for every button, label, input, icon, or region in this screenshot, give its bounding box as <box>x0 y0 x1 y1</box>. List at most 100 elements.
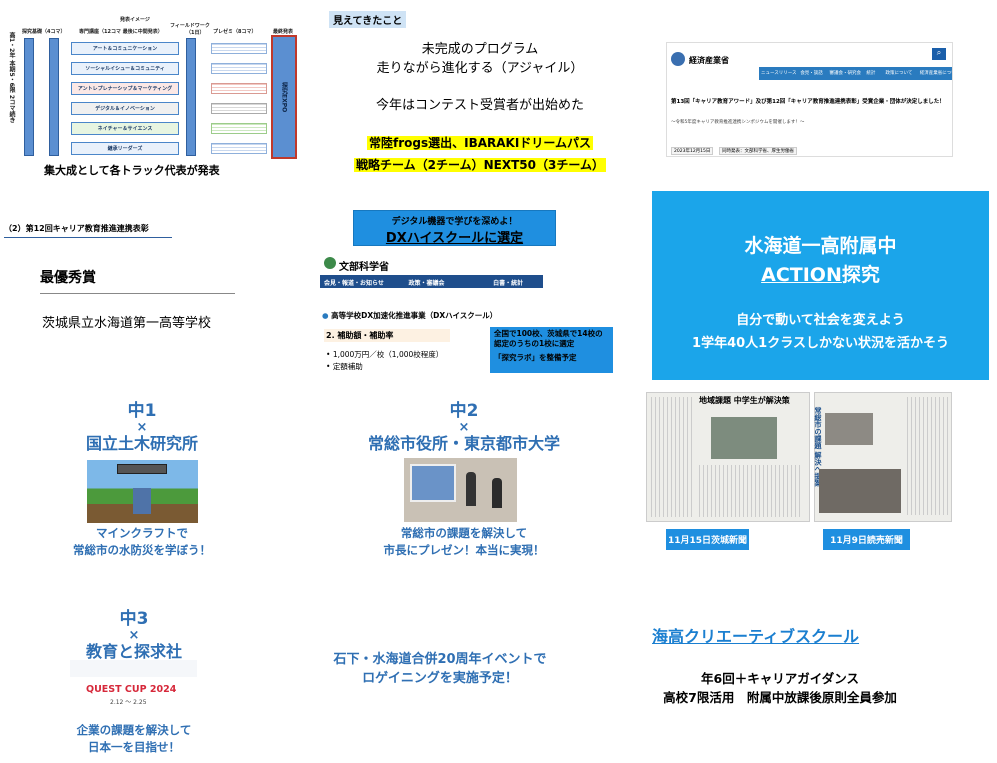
meti-nav-item[interactable]: 審議会・研究会 <box>828 67 865 80</box>
meti-org-name: 経済産業省 <box>689 56 729 65</box>
final-box-label: 探究EXPO <box>280 81 288 113</box>
final-presentation-box: 探究EXPO <box>271 35 297 159</box>
presentation-screen <box>410 464 456 502</box>
ms1-desc-1: マインクラフトで <box>96 526 188 540</box>
dx-box-line-2: DXハイスクールに選定 <box>385 231 524 246</box>
meti-nav-item[interactable]: 経済産業省について <box>918 67 952 80</box>
dx-title: ● 高等学校DX加速化推進事業（DXハイスクール） <box>322 310 497 321</box>
np1-body-text <box>699 465 803 517</box>
mext-nav: 会見・報道・お知らせ 政策・審議会 白書・統計 <box>320 275 543 288</box>
track-digital: デジタル＆イノベーション <box>71 102 179 115</box>
ms1-desc-2: 常総市の水防災を学ぼう！ <box>73 542 211 557</box>
diagram-header-fieldwork: フィールドワーク <box>170 23 210 29</box>
mext-name: 文部科学省 <box>339 262 389 273</box>
creative-line-1: 年6回＋キャリアガイダンス <box>701 671 859 686</box>
action-title-2: ACTION探究 <box>652 260 989 287</box>
minecraft-logo <box>117 464 167 474</box>
creative-school-title: 海高クリエーティブスクール <box>652 627 860 646</box>
preseminar-stripe <box>211 103 267 114</box>
ms1-desc: マインクラフトで 常総市の水防災を学ぼう！ <box>42 525 242 558</box>
yomiuri-newspaper-clipping: 常総市の課題 解決へ提案 <box>814 392 952 522</box>
meti-date: 2023年12月15日 <box>671 147 714 155</box>
track-leaders: 継承リーダーズ <box>71 142 179 155</box>
meti-headline: 第13回「キャリア教育アワード」及び第12回「キャリア教育推進連携表彰」受賞企業… <box>671 99 945 105</box>
findings-tag: 見えてきたこと <box>329 11 407 28</box>
highlight-1: 常陸frogs選出、IBARAKIドリームパス <box>367 136 593 150</box>
basics-bar <box>24 38 34 156</box>
ms2-partner: 常総市役所・東京都市大学 <box>367 433 560 453</box>
ms3-heading: 中3 × 教育と探求社 <box>34 610 234 661</box>
award-top-prize: 最優秀賞 <box>40 267 235 294</box>
diagram-header-image: 発表イメージ <box>120 17 150 23</box>
creative-line-2: 高校7限活用 附属中放課後原則全員参加 <box>663 690 897 705</box>
dx-title-text: 高等学校DX加速化推進事業（DXハイスクール） <box>331 311 498 320</box>
track-nature: ネイチャー＆サイエンス <box>71 122 179 135</box>
track-social: ソーシャルイシュー＆コミュニティ <box>71 62 179 75</box>
meti-nav-item[interactable]: 会見・談話 <box>798 67 827 80</box>
findings-line-3: 今年はコンテスト受賞者が出始めた <box>375 98 584 113</box>
meti-subline: ～令和5年度キャリア教育推進連携シンポジウムを開催します！～ <box>671 120 805 125</box>
search-icon[interactable]: ⌕ <box>932 48 946 60</box>
meti-nav-item[interactable]: 統計 <box>864 67 883 80</box>
np1-column-text <box>651 397 695 517</box>
preseminar-stripe <box>211 63 267 74</box>
np1-photo <box>711 417 777 459</box>
ms3-partner: 教育と探求社 <box>85 641 182 661</box>
mext-logo-icon <box>324 257 336 269</box>
diagram-header-basics: 探究基礎（4コマ） <box>22 29 66 35</box>
ms3-x: × <box>128 627 140 643</box>
quest-cup-date: 2.12 ～ 2.25 <box>110 699 147 706</box>
action-line-1: 自分で動いて社会を変えよう <box>736 313 905 328</box>
findings-line-2: 走りながら進化する（アジャイル） <box>376 61 584 76</box>
presenter <box>492 478 502 508</box>
ms1-grade: 中1 <box>127 401 157 421</box>
track-art: アート＆コミュニケーション <box>71 42 179 55</box>
preseminar-stripe <box>211 143 267 154</box>
meti-nav-item[interactable]: 政策について <box>883 67 917 80</box>
meti-nav-item[interactable]: ニュースリリース <box>759 67 798 80</box>
mext-nav-item[interactable]: 政策・審議会 <box>405 275 490 288</box>
meti-screenshot: 経済産業省 ⌕ ニュースリリース 会見・談話 審議会・研究会 統計 政策について… <box>666 42 953 157</box>
action-title-1: 水海道一高附属中 <box>744 235 897 257</box>
award-heading: （2）第12回キャリア教育推進連携表彰 <box>4 223 172 238</box>
minecraft-character <box>133 488 151 514</box>
ms2-desc: 常総市の課題を解決して 市長にプレゼン！本当に実現！ <box>349 525 579 558</box>
np2-column-text <box>907 397 949 515</box>
diagram-header-preseminar: プレゼミ（8コマ） <box>213 29 257 35</box>
mext-nav-item[interactable]: 会見・報道・お知らせ <box>320 275 405 288</box>
action-line-2: 1学年40人1クラスしかない状況を活かそう <box>692 336 949 351</box>
dx-bullet-1: • 1,000万円／校（1,000校程度） <box>326 350 444 359</box>
minecraft-image <box>87 460 198 523</box>
news-label-1: 11月15日茨城新聞 <box>666 529 749 550</box>
ms3-grade: 中3 <box>119 609 149 629</box>
meti-nav: ニュースリリース 会見・談話 審議会・研究会 統計 政策について 経済産業省につ… <box>759 67 952 80</box>
award-school: 茨城県立水海道第一高等学校 <box>42 316 212 331</box>
ms3-desc-1: 企業の課題を解決して <box>76 723 192 737</box>
diagram-side-label: 高1・2年 本期5・6限 2コマ続き <box>8 32 15 124</box>
quest-cup-banner: QUEST CUP 2024 2.12 ～ 2.25 <box>70 660 197 708</box>
ms1-x: × <box>136 419 148 435</box>
dx-note: 全国で100校、茨城県で14校の認定のうちの1校に選定 「探究ラボ」を整備予定 <box>490 327 613 373</box>
mext-nav-item[interactable]: 白書・統計 <box>489 275 543 288</box>
dx-box-line-1: デジタル機器で学びを深めよ！ <box>391 217 518 227</box>
diagram-header-courses: 専門講座（12コマ 最後に中間発表） <box>79 29 163 35</box>
findings-highlights: 常陸frogs選出、IBARAKIドリームパス 戦略チーム（2チーム）NEXT5… <box>330 131 630 174</box>
circle-bullet-icon: ● <box>322 311 329 320</box>
ms1-heading: 中1 × 国立土木研究所 <box>42 402 242 453</box>
np2-photo <box>819 469 901 513</box>
ms2-x: × <box>458 419 470 435</box>
city-hall-presentation-photo <box>404 458 517 522</box>
np2-photo <box>825 413 873 445</box>
curriculum-diagram: 探究基礎（4コマ） 専門講座（12コマ 最後に中間発表） 発表イメージ フィール… <box>4 10 304 178</box>
diagram-header-final: 最終発表 <box>273 29 294 35</box>
ms2-grade: 中2 <box>449 401 479 421</box>
dx-box: デジタル機器で学びを深めよ！ DXハイスクールに選定 <box>353 210 556 246</box>
action-panel: 水海道一高附属中 ACTION探究 自分で動いて社会を変えよう 1学年40人1ク… <box>652 191 989 380</box>
dx-bullet-1-text: 1,000万円／校（1,000校程度） <box>332 350 444 359</box>
preseminar-stripe <box>211 83 267 94</box>
ms2-desc-1: 常総市の課題を解決して <box>400 526 528 540</box>
news-label-2: 11月9日読売新聞 <box>823 529 910 550</box>
preseminar-stripe <box>211 43 267 54</box>
ms2-heading: 中2 × 常総市役所・東京都市大学 <box>349 402 579 453</box>
ms2-desc-2: 市長にプレゼン！本当に実現！ <box>383 542 545 557</box>
